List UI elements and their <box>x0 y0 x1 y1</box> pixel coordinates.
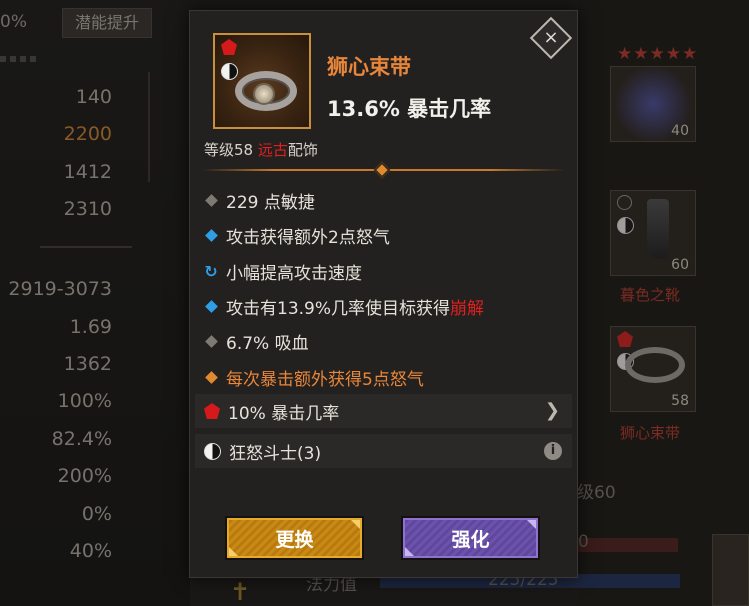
stat-text: 攻击获得额外2点怒气 <box>226 228 390 248</box>
item-main-stat: 13.6% 暴击几率 <box>327 97 492 121</box>
yinyang-icon <box>617 217 634 234</box>
stat-percent-fragment: 0% <box>0 12 27 32</box>
potential-upgrade-button[interactable]: 潜能提升 <box>62 8 152 38</box>
page-dots <box>0 56 40 62</box>
stat-value: 140 <box>75 86 112 108</box>
swap-button-label: 更换 <box>275 529 314 551</box>
stat-value: 100% <box>57 390 112 412</box>
stat-line: 攻击获得额外2点怒气 <box>204 223 390 248</box>
item-slot-type: 配饰 <box>287 141 318 159</box>
stat-text: 6.7% 吸血 <box>226 334 309 354</box>
item-level: 等级58 <box>204 141 258 159</box>
lion-buckle-icon <box>253 83 275 105</box>
stat-text: 每次暴击额外获得5点怒气 <box>226 370 424 390</box>
belt-icon <box>625 347 685 383</box>
ruby-gem-icon <box>204 403 220 419</box>
gray-diamond-icon <box>204 335 218 348</box>
swap-button[interactable]: 更换 <box>225 516 364 560</box>
slot-level: 40 <box>671 123 689 139</box>
yinyang-icon <box>204 442 221 460</box>
item-level-line: 等级58 远古配饰 <box>204 139 318 160</box>
slot-item-name: 狮心束带 <box>620 424 681 442</box>
ruby-gem-icon <box>617 331 633 347</box>
blue-diamond-icon <box>204 300 218 313</box>
stat-value: 2200 <box>63 123 112 145</box>
blue-diamond-icon <box>204 229 218 242</box>
set-bonus-text: 狂怒斗士(3) <box>229 443 322 464</box>
button-corner <box>229 547 238 556</box>
info-icon[interactable]: i <box>544 442 562 460</box>
gray-diamond-icon <box>204 194 218 207</box>
health-bar <box>578 538 678 552</box>
stat-line: 229 点敏捷 <box>204 188 315 213</box>
stat-line: 6.7% 吸血 <box>204 329 309 354</box>
item-tooltip: × 狮心束带 13.6% 暴击几率 等级58 远古配饰 229 点敏捷 攻击获得… <box>189 10 578 578</box>
slot-level: 58 <box>671 393 689 409</box>
gem-socket-row[interactable]: 10% 暴击几率 ❯ <box>195 394 572 428</box>
stat-value: 82.4% <box>51 428 112 450</box>
legendary-stat-line: 每次暴击额外获得5点怒气 <box>204 365 424 390</box>
companion-slot[interactable]: 40 <box>610 66 696 142</box>
stat-value: 40% <box>69 540 112 562</box>
stat-value: 2310 <box>63 198 112 220</box>
stat-text: 小幅提高攻击速度 <box>226 264 362 284</box>
stat-value: 200% <box>57 465 112 487</box>
stat-value: 1.69 <box>69 316 112 338</box>
slot-level: 60 <box>671 257 689 273</box>
stat-value: 2919-3073 <box>8 278 112 300</box>
item-icon-frame <box>213 33 311 129</box>
boots-slot[interactable]: 60 <box>610 190 696 276</box>
close-icon: × <box>543 27 559 48</box>
partial-slot[interactable] <box>712 534 749 606</box>
boots-icon <box>647 199 669 259</box>
belt-slot[interactable]: 58 <box>610 326 696 412</box>
scrollbar[interactable] <box>148 72 150 182</box>
chevron-right-icon[interactable]: ❯ <box>545 400 560 421</box>
stats-divider <box>40 246 132 248</box>
item-name: 狮心束带 <box>327 55 411 79</box>
stat-text: 攻击有13.9%几率使目标获得 <box>226 299 451 319</box>
stat-value: 1362 <box>63 353 112 375</box>
refresh-icon: ↻ <box>204 262 218 281</box>
yinyang-icon <box>221 63 238 80</box>
gem-socket-text: 10% 暴击几率 <box>228 403 340 424</box>
upgrade-button-label: 强化 <box>451 529 490 551</box>
health-fragment: 0 <box>578 532 589 552</box>
button-corner <box>527 520 536 529</box>
stat-effect-keyword: 崩解 <box>450 299 485 319</box>
stat-line: 攻击有13.9%几率使目标获得 崩解 <box>204 294 484 319</box>
divider-diamond-icon <box>373 161 391 179</box>
empty-gem-icon <box>617 195 632 210</box>
level-fragment: 级60 <box>577 483 616 503</box>
upgrade-button[interactable]: 强化 <box>401 516 540 560</box>
item-rarity: 远古 <box>257 141 288 159</box>
ruby-gem-icon <box>221 39 237 55</box>
cross-icon: ✝ <box>230 578 251 606</box>
stat-text: 229 点敏捷 <box>226 193 315 213</box>
close-button[interactable]: × <box>529 16 573 60</box>
button-corner <box>405 547 414 556</box>
stat-value: 1412 <box>63 161 112 183</box>
rating-stars: ★★★★★ <box>617 44 699 64</box>
button-corner <box>351 520 360 529</box>
stat-line: ↻ 小幅提高攻击速度 <box>204 259 362 284</box>
set-bonus-row[interactable]: 狂怒斗士(3) i <box>195 434 572 468</box>
orange-diamond-icon <box>204 371 218 384</box>
stat-value: 0% <box>81 503 112 525</box>
slot-item-name: 暮色之靴 <box>620 286 681 304</box>
